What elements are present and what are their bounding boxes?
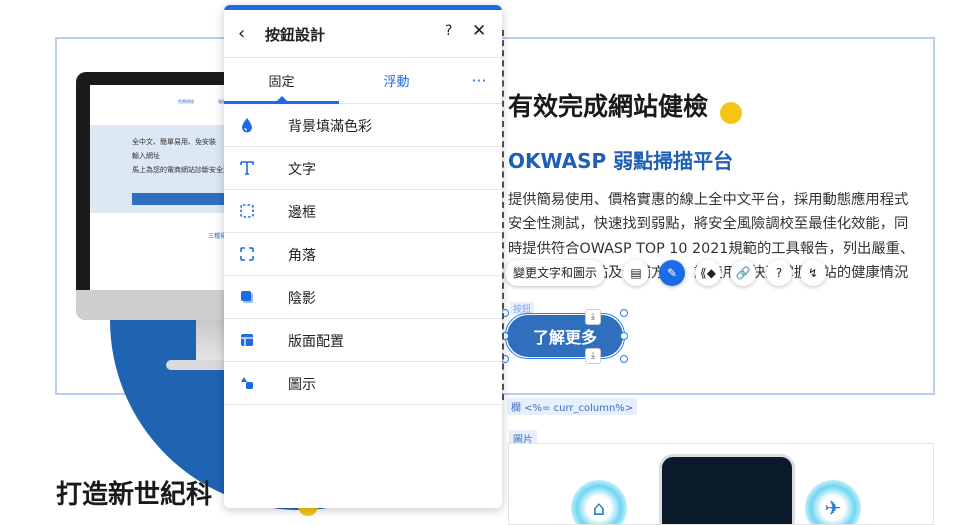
menu-item-border[interactable]: 邊框 bbox=[224, 190, 502, 233]
screen-nav-item: 免費掃描 bbox=[178, 99, 194, 104]
active-tab-pointer bbox=[277, 96, 287, 101]
animation-icon[interactable]: ⟪◆ bbox=[695, 260, 721, 286]
back-icon[interactable]: ‹ bbox=[238, 23, 245, 44]
help-icon[interactable]: ? bbox=[766, 260, 792, 286]
airplane-icon: ✈ bbox=[805, 480, 861, 524]
screen-banner-line: 全中文、簡單易用、免安裝 bbox=[132, 138, 216, 146]
next-section-heading[interactable]: 打造新世紀科 bbox=[56, 474, 212, 511]
column-label: 欄 <%= curr_column%> bbox=[507, 398, 638, 415]
screen-banner-line: 馬上為您的電商網站診斷安全漏洞 bbox=[132, 166, 237, 174]
menu-item-layout[interactable]: 版面配置 bbox=[224, 319, 502, 362]
layout-icon[interactable]: ▤ bbox=[623, 260, 649, 286]
home-icon: ⌂ bbox=[571, 480, 627, 524]
resize-handle-right[interactable] bbox=[620, 332, 628, 340]
menu-item-text[interactable]: 文字 bbox=[224, 147, 502, 190]
menu-item-label: 版面配置 bbox=[288, 334, 344, 350]
column-divider bbox=[502, 30, 504, 400]
fill-drop-icon bbox=[238, 116, 256, 134]
highlight-dot bbox=[720, 102, 742, 124]
link-icon[interactable]: 🔗 bbox=[730, 260, 756, 286]
resize-handle-bottom-right[interactable] bbox=[620, 355, 628, 363]
panel-accent-bar bbox=[224, 5, 502, 10]
menu-item-shadow[interactable]: 陰影 bbox=[224, 276, 502, 319]
panel-title: 按鈕設計 bbox=[265, 26, 326, 44]
icon-shapes-icon bbox=[238, 374, 256, 392]
anchor-top-icon[interactable]: ⤓ bbox=[585, 309, 601, 325]
close-icon[interactable]: ✕ bbox=[472, 21, 486, 41]
menu-item-label: 角落 bbox=[288, 248, 316, 264]
menu-item-label: 陰影 bbox=[288, 291, 316, 307]
shadow-icon bbox=[238, 288, 256, 306]
corner-icon bbox=[238, 245, 256, 263]
menu-item-corners[interactable]: 角落 bbox=[224, 233, 502, 276]
anchor-bottom-icon[interactable]: ⤓ bbox=[585, 348, 601, 364]
tab-floating[interactable]: 浮動 bbox=[339, 57, 454, 103]
resize-handle-top-right[interactable] bbox=[620, 309, 628, 317]
connect-icon[interactable]: ↯ bbox=[800, 260, 826, 286]
menu-item-icon[interactable]: 圖示 bbox=[224, 362, 502, 405]
button-design-panel: ‹ 按鈕設計 ? ✕ 固定 浮動 ··· 背景填滿色彩 文字 邊框 角落 陰影 bbox=[224, 5, 502, 508]
screen-banner-line: 輸入網址 bbox=[132, 152, 160, 160]
border-icon bbox=[238, 202, 256, 220]
menu-item-background-fill[interactable]: 背景填滿色彩 bbox=[224, 104, 502, 147]
more-options-icon[interactable]: ··· bbox=[459, 57, 499, 103]
menu-item-label: 邊框 bbox=[288, 205, 316, 221]
image-element[interactable]: ⌂ ✈ bbox=[508, 443, 934, 525]
menu-item-label: 背景填滿色彩 bbox=[288, 119, 372, 135]
layout-icon bbox=[238, 331, 256, 349]
selection-outline bbox=[505, 313, 625, 359]
pen-icon[interactable]: ✎ bbox=[659, 260, 685, 286]
menu-item-label: 圖示 bbox=[288, 377, 316, 393]
section-subheadline[interactable]: OKWASP 弱點掃描平台 bbox=[508, 145, 733, 174]
help-button[interactable]: ? bbox=[445, 23, 452, 39]
section-headline[interactable]: 有效完成網站健檢 bbox=[508, 87, 708, 123]
menu-item-label: 文字 bbox=[288, 162, 316, 178]
change-text-and-icon-button[interactable]: 變更文字和圖示 bbox=[505, 260, 606, 286]
text-icon bbox=[238, 159, 256, 177]
phone-illustration bbox=[659, 454, 795, 524]
